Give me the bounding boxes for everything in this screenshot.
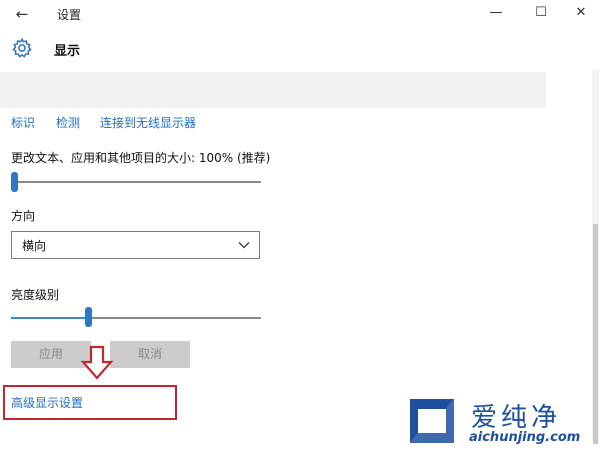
title-bar: ← 设置 — ☐ ✕ <box>0 0 601 28</box>
window-title: 设置 <box>57 8 82 22</box>
back-button[interactable]: ← <box>10 4 34 24</box>
orientation-value: 横向 <box>22 239 47 253</box>
scrollbar-thumb[interactable] <box>593 224 598 444</box>
chevron-down-icon <box>238 242 250 249</box>
watermark-url: aichunjing.com <box>469 430 581 445</box>
connect-wireless-display-link[interactable]: 连接到无线显示器 <box>100 114 196 131</box>
close-icon: ✕ <box>575 5 587 20</box>
scale-slider-thumb[interactable] <box>11 172 18 192</box>
scale-slider-track[interactable] <box>11 181 261 183</box>
identify-link[interactable]: 标识 <box>11 114 35 131</box>
orientation-dropdown[interactable]: 横向 <box>11 231 260 259</box>
detect-link[interactable]: 检测 <box>56 114 80 131</box>
brightness-slider-fill <box>11 317 89 319</box>
minimize-icon: — <box>489 5 503 20</box>
watermark-logo <box>410 399 454 443</box>
orientation-label: 方向 <box>11 209 36 223</box>
maximize-icon: ☐ <box>535 5 547 20</box>
maximize-button[interactable]: ☐ <box>521 2 561 24</box>
minimize-button[interactable]: — <box>476 2 516 24</box>
brightness-slider-thumb[interactable] <box>85 307 92 327</box>
gear-icon <box>12 37 32 58</box>
page-title: 显示 <box>54 44 81 59</box>
display-preview <box>0 72 546 108</box>
apply-button[interactable]: 应用 <box>11 341 91 368</box>
watermark-text: 爱纯净 <box>471 403 562 433</box>
scale-label: 更改文本、应用和其他项目的大小: 100% (推荐) <box>11 151 271 165</box>
cancel-button[interactable]: 取消 <box>110 341 190 368</box>
down-arrow-annotation-icon <box>80 345 114 380</box>
close-button[interactable]: ✕ <box>561 2 601 24</box>
brightness-label: 亮度级别 <box>11 288 60 302</box>
back-arrow-icon: ← <box>15 5 29 23</box>
advanced-display-settings-link[interactable]: 高级显示设置 <box>11 394 83 411</box>
